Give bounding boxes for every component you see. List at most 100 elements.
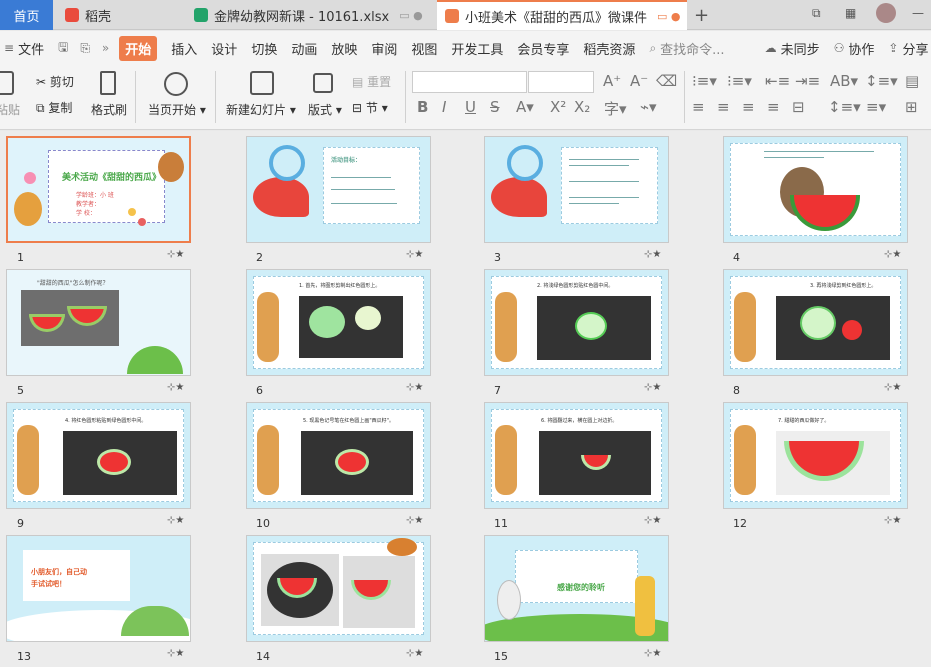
columns-icon[interactable]: ▤: [905, 72, 919, 90]
animation-star-icon[interactable]: ⊹★: [406, 382, 423, 393]
slide-thumb-14[interactable]: [246, 535, 431, 642]
slide-thumb-1[interactable]: 美术活动《甜甜的西瓜》 学龄班：小 班 教学者： 学 校：: [6, 136, 191, 243]
animation-star-icon[interactable]: ⊹★: [406, 249, 423, 260]
animation-star-icon[interactable]: ⊹★: [167, 382, 184, 393]
text-direction-icon[interactable]: AB▾: [830, 72, 858, 90]
animation-star-icon[interactable]: ⊹★: [167, 648, 184, 659]
slide-thumb-9[interactable]: 4. 将红色圆形粘贴到绿色圆形中间。: [6, 402, 191, 509]
animation-star-icon[interactable]: ⊹★: [884, 249, 901, 260]
tab-close-icon[interactable]: ▭ ●: [399, 9, 423, 22]
font-name-select[interactable]: [412, 71, 527, 93]
spacing-icon[interactable]: ≡▾: [866, 98, 886, 116]
layout-button[interactable]: 版式 ▾: [308, 101, 342, 118]
slide-thumb-3[interactable]: [484, 136, 669, 243]
text-box-icon[interactable]: ⊞: [905, 98, 918, 116]
new-tab-icon[interactable]: +: [694, 5, 709, 26]
bold-icon[interactable]: B: [417, 98, 428, 116]
slide-12-title: 7. 甜甜的西瓜做好了。: [778, 418, 830, 424]
play-from-current-button[interactable]: 当页开始 ▾: [148, 101, 206, 118]
align-right-icon[interactable]: ≡: [742, 98, 755, 116]
bullet-list-icon[interactable]: ⁝≡▾: [692, 72, 717, 90]
collab-button[interactable]: 协作: [848, 39, 874, 58]
menu-home[interactable]: 开始: [119, 35, 158, 61]
copy-button[interactable]: ⧉ 复制: [36, 99, 72, 116]
paste-button[interactable]: 粘贴: [0, 101, 20, 118]
menu-docer-res[interactable]: 稻壳资源: [583, 39, 635, 58]
slide-thumb-4[interactable]: [723, 136, 908, 243]
save-icon[interactable]: 🖫: [58, 38, 68, 59]
format-painter-button[interactable]: 格式刷: [91, 101, 127, 118]
share-button[interactable]: 分享: [902, 39, 928, 58]
font-color-icon[interactable]: A▾: [516, 98, 534, 116]
animation-star-icon[interactable]: ⊹★: [884, 382, 901, 393]
tab-xlsx[interactable]: 金牌幼教网新课 - 10161.xlsx ▭ ●: [186, 0, 436, 30]
justify-icon[interactable]: ≡: [767, 98, 780, 116]
highlight-icon[interactable]: ⌁▾: [640, 98, 657, 116]
slide-thumb-7[interactable]: 2. 将浅绿色圆形剪贴红色圆中间。: [484, 269, 669, 376]
export-icon[interactable]: ⎘: [80, 41, 90, 56]
clear-format-icon[interactable]: ⌫: [656, 72, 677, 90]
animation-star-icon[interactable]: ⊹★: [644, 515, 661, 526]
menu-file[interactable]: 文件: [18, 39, 44, 58]
superscript-icon[interactable]: X²: [550, 98, 566, 116]
tab-home[interactable]: 首页: [0, 0, 53, 30]
vertical-align-icon[interactable]: ↕≡▾: [828, 98, 861, 116]
font-shrink-icon[interactable]: A⁻: [630, 72, 648, 90]
slide-thumb-8[interactable]: 3. 再将浅绿剪到红色圆形上。: [723, 269, 908, 376]
align-left-icon[interactable]: ≡: [692, 98, 705, 116]
outdent-icon[interactable]: ⇥≡: [795, 72, 820, 90]
underline-icon[interactable]: U: [465, 98, 476, 116]
menu-view[interactable]: 视图: [411, 39, 437, 58]
numbered-list-icon[interactable]: ⁝≡▾: [727, 72, 752, 90]
slide-thumb-2[interactable]: 活动目标：: [246, 136, 431, 243]
search-input[interactable]: 查找命令...: [660, 39, 724, 58]
grid-icon[interactable]: ▦: [845, 6, 856, 20]
animation-star-icon[interactable]: ⊹★: [644, 249, 661, 260]
line-spacing-icon[interactable]: ↕≡▾: [865, 72, 898, 90]
strikethrough-icon[interactable]: S: [490, 98, 500, 116]
tab-pptx[interactable]: 小班美术《甜甜的西瓜》微课件 ▭ ●: [437, 0, 687, 30]
italic-icon[interactable]: I: [442, 98, 446, 116]
animation-star-icon[interactable]: ⊹★: [167, 515, 184, 526]
reset-button[interactable]: ▤ 重置: [352, 73, 391, 90]
distribute-icon[interactable]: ⊟: [792, 98, 805, 116]
slide-thumb-11[interactable]: 6. 将圆翻过来，横在圆上对边折。: [484, 402, 669, 509]
animation-star-icon[interactable]: ⊹★: [406, 515, 423, 526]
font-size-select[interactable]: [528, 71, 594, 93]
slide-thumb-12[interactable]: 7. 甜甜的西瓜做好了。: [723, 402, 908, 509]
slide-thumb-15[interactable]: 感谢您的聆听: [484, 535, 669, 642]
menu-transition[interactable]: 切换: [251, 39, 277, 58]
cut-button[interactable]: ✂ 剪切: [36, 73, 74, 90]
more-icon[interactable]: »: [102, 41, 109, 55]
slide-thumb-5[interactable]: "甜甜的西瓜"怎么制作呢？: [6, 269, 191, 376]
menu-review[interactable]: 审阅: [371, 39, 397, 58]
menu-member[interactable]: 会员专享: [517, 39, 569, 58]
section-button[interactable]: ⊟ 节 ▾: [352, 99, 388, 116]
menu-insert[interactable]: 插入: [171, 39, 197, 58]
indent-icon[interactable]: ⇤≡: [765, 72, 790, 90]
menu-slideshow[interactable]: 放映: [331, 39, 357, 58]
animation-star-icon[interactable]: ⊹★: [406, 648, 423, 659]
align-center-icon[interactable]: ≡: [717, 98, 730, 116]
animation-star-icon[interactable]: ⊹★: [644, 382, 661, 393]
menu-animation[interactable]: 动画: [291, 39, 317, 58]
animation-star-icon[interactable]: ⊹★: [644, 648, 661, 659]
slide-thumb-13[interactable]: 小朋友们，自己动手试试吧！: [6, 535, 191, 642]
sync-status[interactable]: 未同步: [781, 39, 820, 58]
animation-star-icon[interactable]: ⊹★: [167, 249, 184, 260]
menu-developer[interactable]: 开发工具: [451, 39, 503, 58]
subscript-icon[interactable]: X₂: [574, 98, 590, 116]
minimize-icon[interactable]: —: [912, 6, 924, 20]
tab-docer[interactable]: 稻壳: [55, 0, 175, 30]
new-slide-button[interactable]: 新建幻灯片 ▾: [226, 101, 296, 118]
hamburger-icon[interactable]: ≡: [4, 41, 14, 55]
menu-design[interactable]: 设计: [211, 39, 237, 58]
animation-star-icon[interactable]: ⊹★: [884, 515, 901, 526]
window-count-icon[interactable]: ⧉: [812, 6, 821, 21]
paste-icon[interactable]: [0, 71, 14, 95]
avatar[interactable]: [876, 3, 896, 23]
slide-thumb-10[interactable]: 5. 现黑色记号笔在红色圆上画"西瓜籽"。: [246, 402, 431, 509]
phonetic-icon[interactable]: 字▾: [604, 98, 627, 119]
font-grow-icon[interactable]: A⁺: [603, 72, 621, 90]
slide-thumb-6[interactable]: 1. 首先，将图形剪制出红色圆形上。: [246, 269, 431, 376]
